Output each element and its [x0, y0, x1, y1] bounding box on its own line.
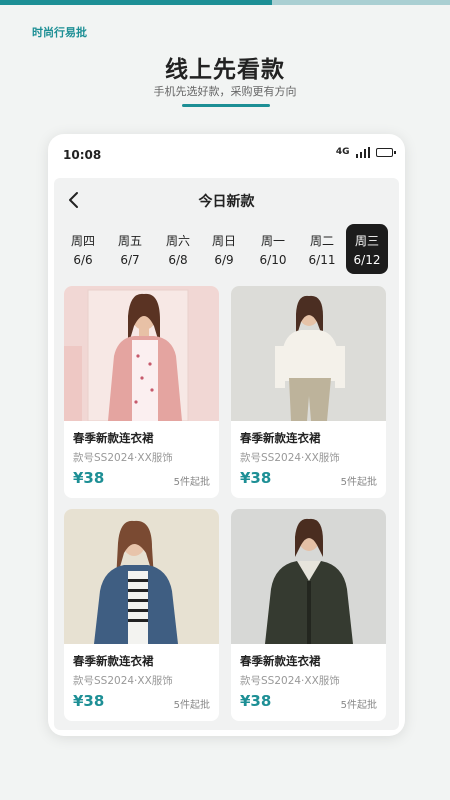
network-label: 4G [335, 147, 350, 157]
product-photo [231, 286, 386, 421]
signal-icon [355, 146, 370, 158]
product-photo [64, 509, 219, 644]
day-tab-sat[interactable]: 周六 6/8 [158, 224, 198, 274]
status-icons: 4G [335, 146, 396, 158]
day-weekday: 周三 [354, 234, 379, 248]
product-card[interactable]: 春季新款连衣裙 款号SS2024·XX服饰 ¥38 5件起批 [64, 509, 219, 721]
day-date: 6/8 [168, 253, 188, 267]
product-card[interactable]: 春季新款连衣裙 款号SS2024·XX服饰 ¥38 5件起批 [64, 286, 219, 498]
product-sku: 款号SS2024·XX服饰 [240, 675, 340, 687]
nav-bar: 今日新款 [54, 182, 399, 218]
phone-mockup: 10:08 4G 今日新款 周四 6/6 周五 6/7 周六 6/8 周日 6/… [48, 134, 405, 736]
product-price: ¥38 [73, 469, 105, 487]
product-sku: 款号SS2024·XX服饰 [240, 452, 340, 464]
product-sku: 款号SS2024·XX服饰 [73, 675, 173, 687]
day-tab-fri[interactable]: 周五 6/7 [110, 224, 150, 274]
status-time: 10:08 [63, 148, 102, 162]
day-weekday: 周一 [260, 234, 285, 248]
page-subheadline: 手机先选好款，采购更有方向 [153, 85, 297, 98]
day-date: 6/7 [120, 253, 140, 267]
day-date: 6/10 [259, 253, 287, 267]
product-min-order: 5件起批 [340, 477, 377, 488]
product-min-order: 5件起批 [340, 700, 377, 711]
day-tab-thu[interactable]: 周四 6/6 [63, 224, 103, 274]
product-card[interactable]: 春季新款连衣裙 款号SS2024·XX服饰 ¥38 5件起批 [231, 286, 386, 498]
brand-label: 时尚行易批 [32, 26, 87, 39]
day-date: 6/11 [308, 253, 336, 267]
product-title: 春季新款连衣裙 [240, 654, 321, 668]
product-price: ¥38 [240, 692, 272, 710]
product-price: ¥38 [240, 469, 272, 487]
day-weekday: 周五 [117, 234, 142, 248]
day-date: 6/9 [214, 253, 234, 267]
product-photo [64, 286, 219, 421]
battery-icon [376, 147, 396, 157]
product-photo [231, 509, 386, 644]
date-tabs: 周四 6/6 周五 6/7 周六 6/8 周日 6/9 周一 6/10 周二 6… [54, 224, 399, 274]
day-date: 6/12 [353, 253, 381, 267]
day-weekday: 周四 [70, 234, 95, 248]
product-sku: 款号SS2024·XX服饰 [73, 452, 173, 464]
day-tab-mon[interactable]: 周一 6/10 [251, 224, 295, 274]
product-title: 春季新款连衣裙 [73, 654, 154, 668]
product-min-order: 5件起批 [173, 477, 210, 488]
page-headline: 线上先看款 [165, 57, 285, 83]
product-price: ¥38 [73, 692, 105, 710]
headline-underline [182, 104, 270, 107]
product-min-order: 5件起批 [173, 700, 210, 711]
day-weekday: 周二 [309, 234, 334, 248]
day-date: 6/6 [73, 253, 93, 267]
product-title: 春季新款连衣裙 [240, 431, 321, 445]
day-tab-tue[interactable]: 周二 6/11 [300, 224, 344, 274]
nav-title: 今日新款 [198, 194, 255, 210]
day-tab-sun[interactable]: 周日 6/9 [204, 224, 244, 274]
top-accent-bar-light [272, 0, 450, 5]
product-card[interactable]: 春季新款连衣裙 款号SS2024·XX服饰 ¥38 5件起批 [231, 509, 386, 721]
day-tab-wed[interactable]: 周三 6/12 [346, 224, 388, 274]
day-weekday: 周日 [211, 234, 236, 248]
product-title: 春季新款连衣裙 [73, 431, 154, 445]
day-weekday: 周六 [165, 234, 190, 248]
